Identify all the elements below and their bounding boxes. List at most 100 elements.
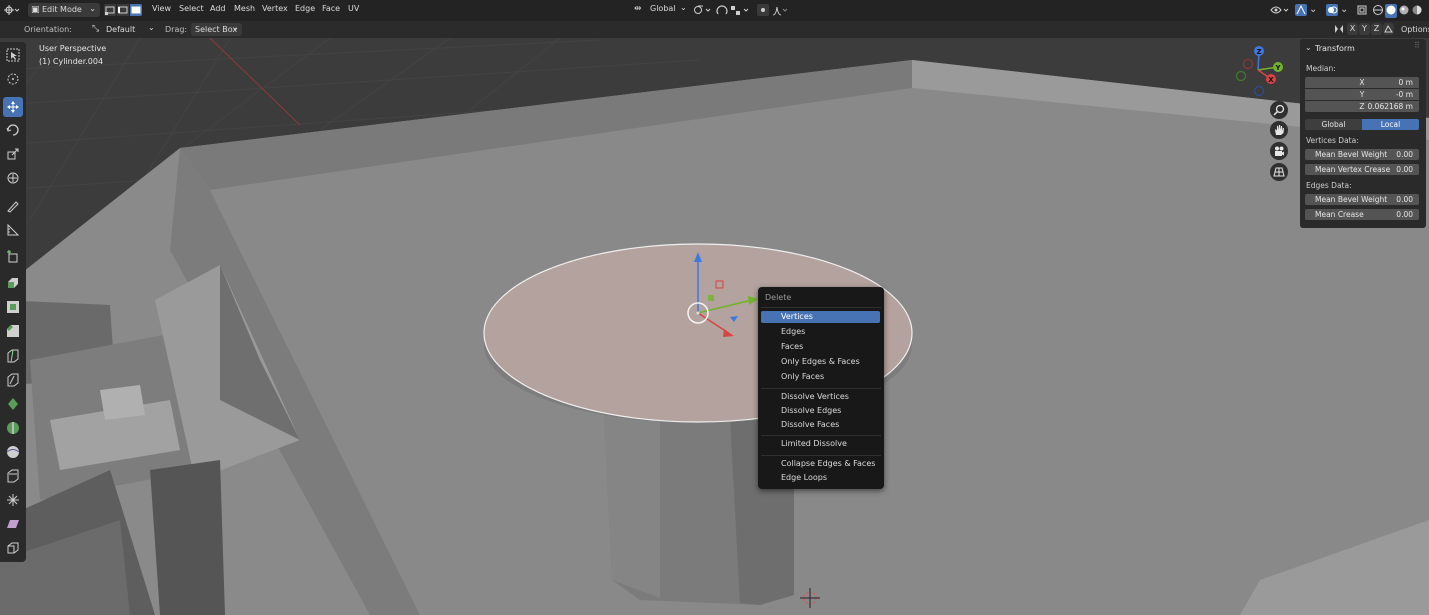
transform-tool[interactable] xyxy=(3,168,23,188)
xray-icon[interactable] xyxy=(1356,4,1368,20)
mirror-x-toggle[interactable]: X xyxy=(1347,23,1358,35)
gizmo-neg-y[interactable] xyxy=(1235,70,1247,82)
global-tab[interactable]: Global xyxy=(1305,119,1362,130)
poly-build-tool[interactable] xyxy=(3,394,23,414)
gizmo-neg-z[interactable] xyxy=(1253,85,1265,97)
menu-item-dissolve-faces[interactable]: Dissolve Faces xyxy=(761,419,880,431)
menu-item-only-faces[interactable]: Only Faces xyxy=(761,371,880,383)
gizmo-toggle-icon[interactable] xyxy=(1295,4,1307,16)
transform-orientation-dropdown[interactable]: ⇹ Global ⌄ xyxy=(634,3,688,17)
overlays-icon[interactable] xyxy=(1326,4,1338,16)
menu-item-edge-loops[interactable]: Edge Loops xyxy=(761,472,880,484)
rotate-tool[interactable] xyxy=(3,120,23,140)
panel-title[interactable]: Transform xyxy=(1315,44,1355,53)
orientation-dropdown[interactable]: ⤡ Default ⌄ xyxy=(90,23,158,36)
solid-shading-icon[interactable] xyxy=(1385,4,1397,18)
measure-tool[interactable] xyxy=(3,220,23,240)
menu-mesh[interactable]: Mesh xyxy=(234,4,255,13)
pivot-point-icon[interactable] xyxy=(693,4,713,20)
knife-tool[interactable] xyxy=(3,370,23,390)
mirror-y-toggle[interactable]: Y xyxy=(1359,23,1370,35)
tool-settings-bar: Orientation: ⤡ Default ⌄ Drag: Select Bo… xyxy=(0,21,1429,38)
inset-tool[interactable] xyxy=(3,297,23,317)
bevel-tool[interactable] xyxy=(3,321,23,341)
drag-handle-icon[interactable]: ⠿ xyxy=(1414,41,1420,50)
wireframe-shading-icon[interactable] xyxy=(1372,4,1384,18)
material-shading-icon[interactable] xyxy=(1398,4,1410,18)
add-cube-tool[interactable] xyxy=(3,247,23,267)
field-value: 0 m xyxy=(1398,78,1413,87)
rendered-shading-icon[interactable] xyxy=(1411,4,1423,18)
field-value: 0.00 xyxy=(1396,210,1413,219)
bevel-icon xyxy=(7,325,19,337)
shear-tool[interactable] xyxy=(3,514,23,534)
mean-bevel-weight-edge-field[interactable]: Mean Bevel Weight 0.00 xyxy=(1305,194,1419,205)
menu-vertex[interactable]: Vertex xyxy=(262,4,288,13)
pan-view-button[interactable] xyxy=(1270,121,1288,139)
options-dropdown[interactable]: Options xyxy=(1401,25,1429,34)
menu-select[interactable]: Select xyxy=(179,4,204,13)
menu-item-limited-dissolve[interactable]: Limited Dissolve xyxy=(761,438,880,450)
field-label: Mean Bevel Weight xyxy=(1315,150,1388,159)
menu-item-dissolve-vertices[interactable]: Dissolve Vertices xyxy=(761,391,880,403)
chevron-down-icon: ⌄ xyxy=(89,4,96,13)
drag-dropdown[interactable]: Select Box ⌄ xyxy=(191,23,242,36)
snap-icon[interactable] xyxy=(716,4,728,20)
spin-tool[interactable] xyxy=(3,418,23,438)
menu-add[interactable]: Add xyxy=(210,4,226,13)
editor-type-icon[interactable] xyxy=(4,4,20,20)
mirror-z-toggle[interactable]: Z xyxy=(1371,23,1382,35)
mean-crease-field[interactable]: Mean Crease 0.00 xyxy=(1305,209,1419,220)
smooth-tool[interactable] xyxy=(3,442,23,462)
camera-view-button[interactable] xyxy=(1270,142,1288,160)
menu-uv[interactable]: UV xyxy=(348,4,359,13)
menu-item-only-edges-faces[interactable]: Only Edges & Faces xyxy=(761,356,880,368)
menu-edge[interactable]: Edge xyxy=(295,4,315,13)
cursor-icon xyxy=(7,73,19,85)
scale-tool[interactable] xyxy=(3,144,23,164)
median-z-field[interactable]: Z 0.062168 m xyxy=(1305,101,1419,112)
face-select-icon[interactable] xyxy=(130,4,142,16)
visibility-icon[interactable] xyxy=(1270,4,1292,20)
rip-region-tool[interactable] xyxy=(3,538,23,558)
edge-slide-tool[interactable] xyxy=(3,466,23,486)
median-x-field[interactable]: X 0 m xyxy=(1305,77,1419,88)
annotate-tool[interactable] xyxy=(3,196,23,216)
viewport-header: ▣ Edit Mode ⌄ View Select Add Mesh Verte… xyxy=(0,0,1429,21)
perspective-toggle-button[interactable] xyxy=(1270,163,1288,181)
shrink-fatten-tool[interactable] xyxy=(3,490,23,510)
local-tab[interactable]: Local xyxy=(1362,119,1419,130)
mean-vertex-crease-field[interactable]: Mean Vertex Crease 0.00 xyxy=(1305,164,1419,175)
median-y-field[interactable]: Y -0 m xyxy=(1305,89,1419,100)
menu-item-faces[interactable]: Faces xyxy=(761,341,880,353)
navigation-gizmo[interactable]: Z Y X xyxy=(1228,42,1288,102)
3d-viewport[interactable] xyxy=(0,38,1429,615)
menu-separator xyxy=(761,455,881,456)
chevron-down-icon[interactable]: ⌄ xyxy=(1340,4,1348,16)
mean-bevel-weight-vertex-field[interactable]: Mean Bevel Weight 0.00 xyxy=(1305,149,1419,160)
edge-select-icon[interactable] xyxy=(117,4,129,16)
move-tool[interactable] xyxy=(3,97,23,117)
proportional-edit-icon[interactable] xyxy=(757,4,769,16)
menu-view[interactable]: View xyxy=(152,4,171,13)
tab-label: Local xyxy=(1380,120,1401,129)
cursor-tool[interactable] xyxy=(3,69,23,89)
extrude-tool[interactable] xyxy=(3,273,23,293)
gizmo-neg-x[interactable] xyxy=(1242,58,1254,70)
mode-dropdown[interactable]: ▣ Edit Mode ⌄ xyxy=(28,3,100,17)
select-box-tool[interactable] xyxy=(3,45,23,65)
falloff-icon[interactable] xyxy=(772,4,788,20)
snap-element-icon[interactable] xyxy=(730,4,752,20)
menu-face[interactable]: Face xyxy=(322,4,340,13)
zoom-view-button[interactable] xyxy=(1270,101,1288,119)
menu-item-edges[interactable]: Edges xyxy=(761,326,880,338)
vertex-select-icon[interactable] xyxy=(104,4,116,16)
collapse-chevron-icon[interactable]: ⌄ xyxy=(1305,43,1312,52)
chevron-down-icon[interactable]: ⌄ xyxy=(1309,4,1317,16)
annotate-icon xyxy=(7,201,19,213)
menu-item-dissolve-edges[interactable]: Dissolve Edges xyxy=(761,405,880,417)
topology-mirror-icon[interactable] xyxy=(1383,23,1394,35)
menu-item-collapse-edges-faces[interactable]: Collapse Edges & Faces xyxy=(761,458,880,470)
menu-item-vertices[interactable]: Vertices xyxy=(761,311,880,323)
loop-cut-tool[interactable] xyxy=(3,346,23,366)
